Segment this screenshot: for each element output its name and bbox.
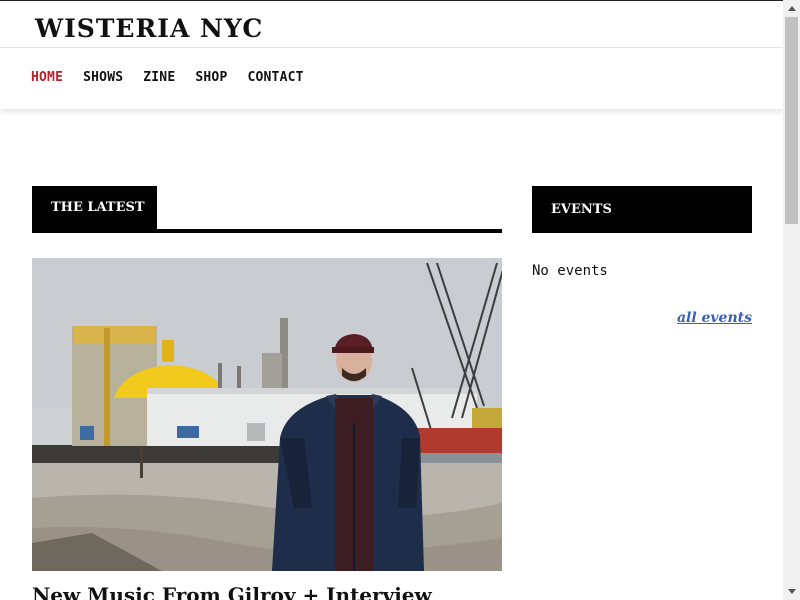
post-title[interactable]: New Music From Gilroy + Interview: [32, 583, 432, 600]
site-header: WISTERIA NYC HOME SHOWS ZINE SHOP CONTAC…: [0, 0, 783, 109]
nav-item-home[interactable]: HOME: [31, 70, 63, 85]
scroll-up-button[interactable]: [783, 0, 800, 17]
nav-item-contact[interactable]: CONTACT: [247, 70, 303, 85]
nav-item-zine[interactable]: ZINE: [143, 70, 175, 85]
post-featured-image[interactable]: [32, 258, 502, 571]
main-nav: HOME SHOWS ZINE SHOP CONTACT: [31, 70, 324, 85]
arrow-up-icon: [787, 6, 796, 11]
scrollbar-thumb[interactable]: [785, 17, 798, 224]
arrow-down-icon: [787, 589, 796, 594]
latest-section-header: THE LATEST: [32, 186, 502, 233]
scroll-down-button[interactable]: [783, 583, 800, 600]
all-events-link[interactable]: all events: [677, 310, 752, 326]
latest-heading: THE LATEST: [32, 186, 157, 229]
page-scrollbar[interactable]: [783, 0, 800, 600]
site-title[interactable]: WISTERIA NYC: [35, 14, 263, 43]
nav-item-shows[interactable]: SHOWS: [83, 70, 123, 85]
latest-heading-rule: [32, 229, 502, 233]
header-divider: [0, 47, 783, 48]
events-heading: EVENTS: [532, 186, 752, 233]
nav-item-shop[interactable]: SHOP: [195, 70, 227, 85]
no-events-text: No events: [532, 263, 608, 279]
